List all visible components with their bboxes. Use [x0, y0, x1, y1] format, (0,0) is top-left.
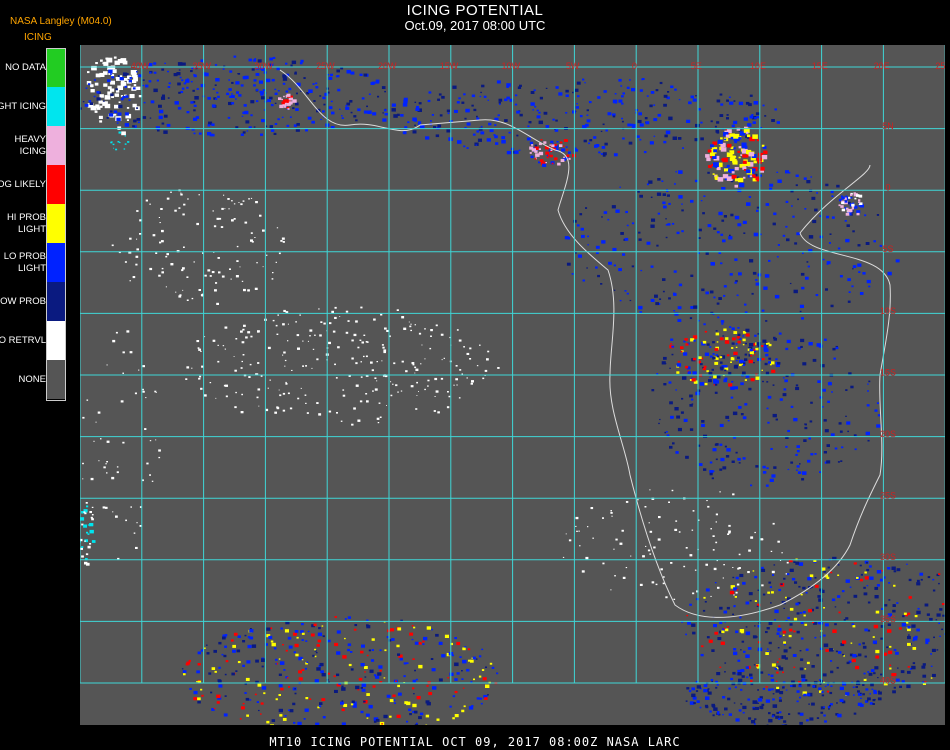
longitude-label: 40W [131, 61, 150, 71]
latitude-label: 5S [882, 244, 893, 254]
legend-label: NIGHT ICING [0, 100, 46, 112]
latitude-label: 5N [882, 121, 894, 131]
longitude-label: 5E [691, 61, 702, 71]
longitude-label: 5W [566, 61, 580, 71]
footer-caption: MT10 ICING POTENTIAL OCT 09, 2017 08:00Z… [269, 735, 681, 749]
map-canvas: 40W 35W 30W 25W 20W 15W 10W 5W 0 5E 10E 15E 20E 25E 30… [80, 45, 945, 725]
provider-label: NASA Langley (M04.0) [10, 16, 112, 27]
map-title: ICING POTENTIAL [406, 2, 544, 19]
latitude-label: 15S [880, 367, 896, 377]
legend-label: NO RETRVL [0, 334, 46, 346]
latitude-label: 40S [880, 675, 896, 685]
legend-label: MOG LIKELY [0, 178, 46, 190]
longitude-label: 20W [378, 61, 397, 71]
legend-label: NONE [18, 373, 46, 385]
longitude-label: 20E [874, 61, 890, 71]
longitude-label: 0 [632, 61, 637, 71]
longitude-label: 10E [750, 61, 766, 71]
longitude-label: 35W [193, 61, 212, 71]
legend-label: NO DATA [5, 61, 46, 73]
longitude-label: 15W [440, 61, 459, 71]
legend-label: LO PROB LIGHT [3, 250, 46, 274]
longitude-label: 15E [812, 61, 828, 71]
latitude-label: 25S [880, 491, 896, 501]
map-date: Oct.09, 2017 08:00 UTC [404, 18, 546, 33]
latitude-label: 10S [880, 306, 896, 316]
longitude-label: 10W [502, 61, 521, 71]
longitude-label: 25W [316, 61, 335, 71]
latitude-label: 35S [880, 614, 896, 624]
longitude-label: 30W [254, 61, 273, 71]
legend-label: HEAVY ICING [14, 133, 46, 157]
legend-label: HI PROB LIGHT [6, 211, 46, 235]
latitude-label: 20S [880, 429, 896, 439]
latitude-label: 0 [885, 183, 890, 193]
legend-title: ICING [24, 32, 52, 43]
legend-frame [46, 48, 66, 401]
longitude-label: 25E [935, 61, 945, 71]
icing-map: 40W 35W 30W 25W 20W 15W 10W 5W 0 5E 10E 15E 20E 25E 30… [80, 45, 945, 725]
legend-label: LOW PROB [0, 295, 46, 307]
latitude-label: 30S [880, 552, 896, 562]
